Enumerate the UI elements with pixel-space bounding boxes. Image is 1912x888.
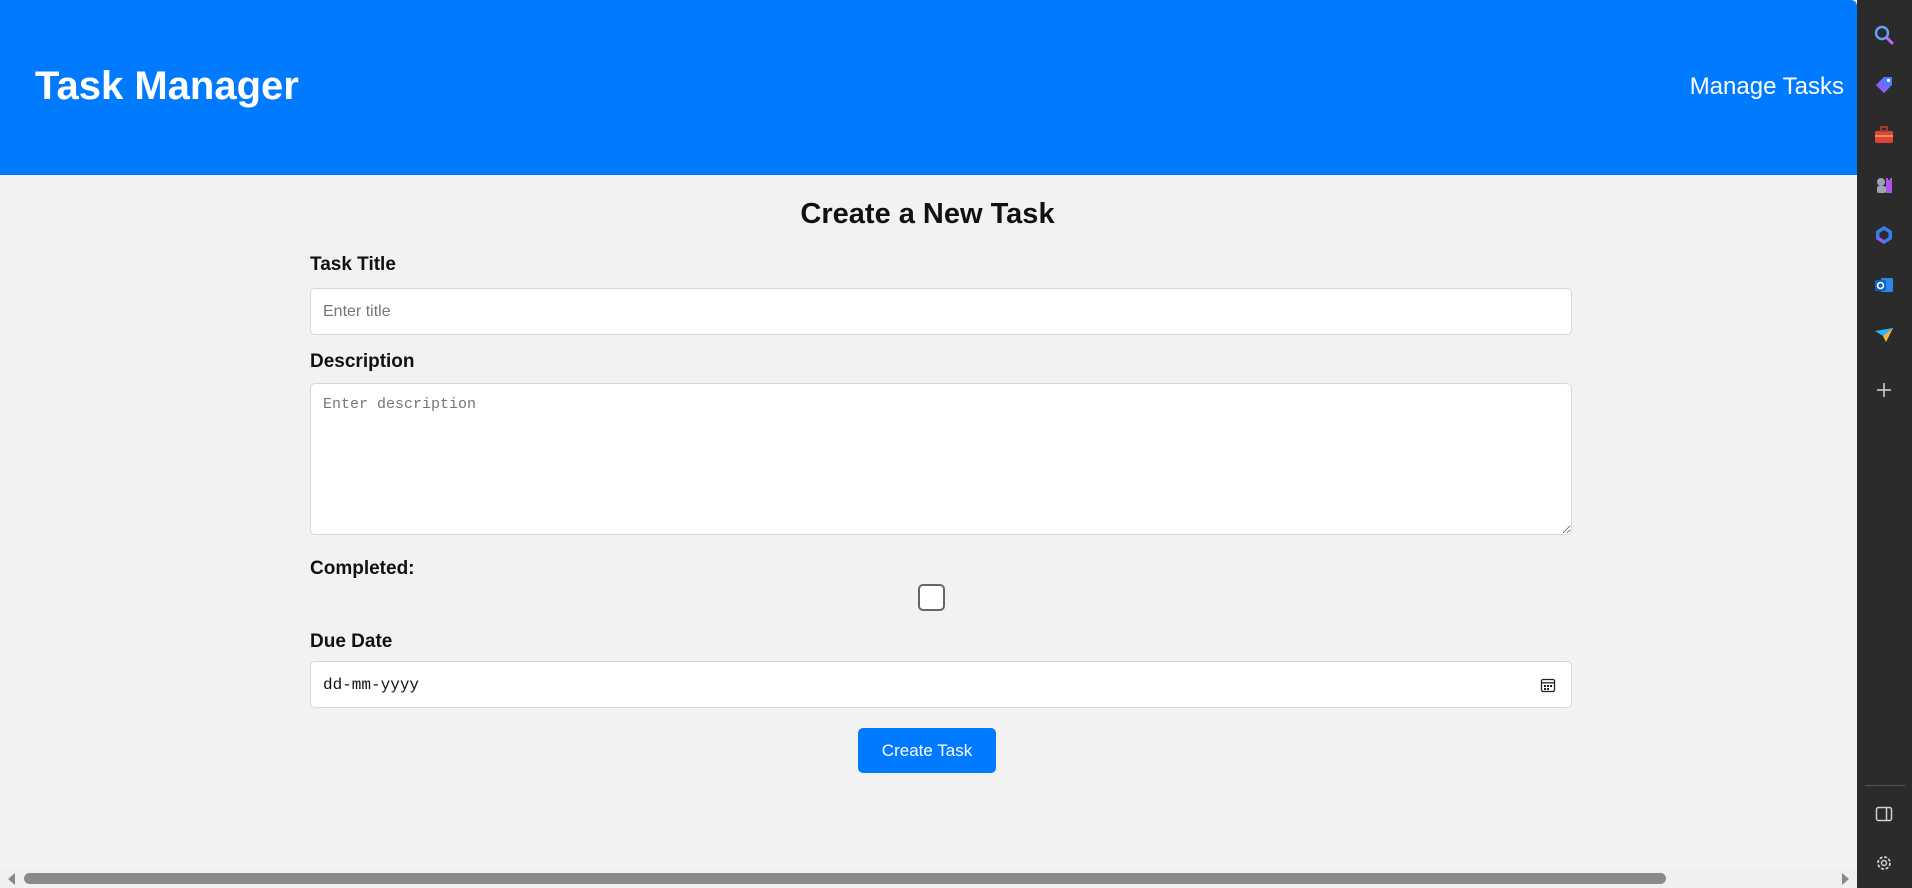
games-icon[interactable] — [1871, 172, 1897, 198]
sidebar-toggle-icon[interactable] — [1871, 801, 1897, 827]
create-task-button[interactable]: Create Task — [858, 728, 996, 773]
due-date-value: dd-mm-yyyy — [323, 675, 420, 694]
due-date-input[interactable]: dd-mm-yyyy — [310, 661, 1572, 708]
scrollbar-thumb[interactable] — [24, 873, 1666, 884]
task-title-label: Task Title — [310, 254, 396, 275]
completed-label: Completed: — [310, 558, 415, 579]
app-title: Task Manager — [35, 64, 299, 108]
app-header: Task Manager Manage Tasks — [0, 0, 1857, 175]
add-icon[interactable] — [1871, 377, 1897, 403]
settings-gear-icon[interactable] — [1871, 850, 1897, 876]
manage-tasks-link[interactable]: Manage Tasks — [1690, 72, 1844, 102]
task-title-input[interactable] — [310, 288, 1572, 335]
send-icon[interactable] — [1871, 322, 1897, 348]
form-heading: Create a New Task — [800, 198, 1055, 230]
description-label: Description — [310, 351, 415, 372]
calendar-icon[interactable] — [1539, 676, 1557, 694]
description-textarea[interactable] — [310, 383, 1572, 535]
outlook-icon[interactable] — [1871, 272, 1897, 298]
copilot-icon[interactable] — [1871, 222, 1897, 248]
scroll-right-arrow-icon[interactable] — [1842, 873, 1849, 885]
scroll-left-arrow-icon[interactable] — [8, 873, 15, 885]
toolbox-icon[interactable] — [1871, 122, 1897, 148]
due-date-label: Due Date — [310, 631, 393, 652]
sidebar-divider — [1865, 785, 1905, 786]
completed-checkbox[interactable] — [918, 584, 945, 611]
horizontal-scrollbar[interactable] — [0, 868, 1857, 888]
browser-sidebar — [1857, 0, 1912, 888]
shopping-tag-icon[interactable] — [1871, 72, 1897, 98]
browser-viewport: Task Manager Manage Tasks Create a New T… — [0, 0, 1857, 888]
search-icon[interactable] — [1871, 22, 1897, 48]
